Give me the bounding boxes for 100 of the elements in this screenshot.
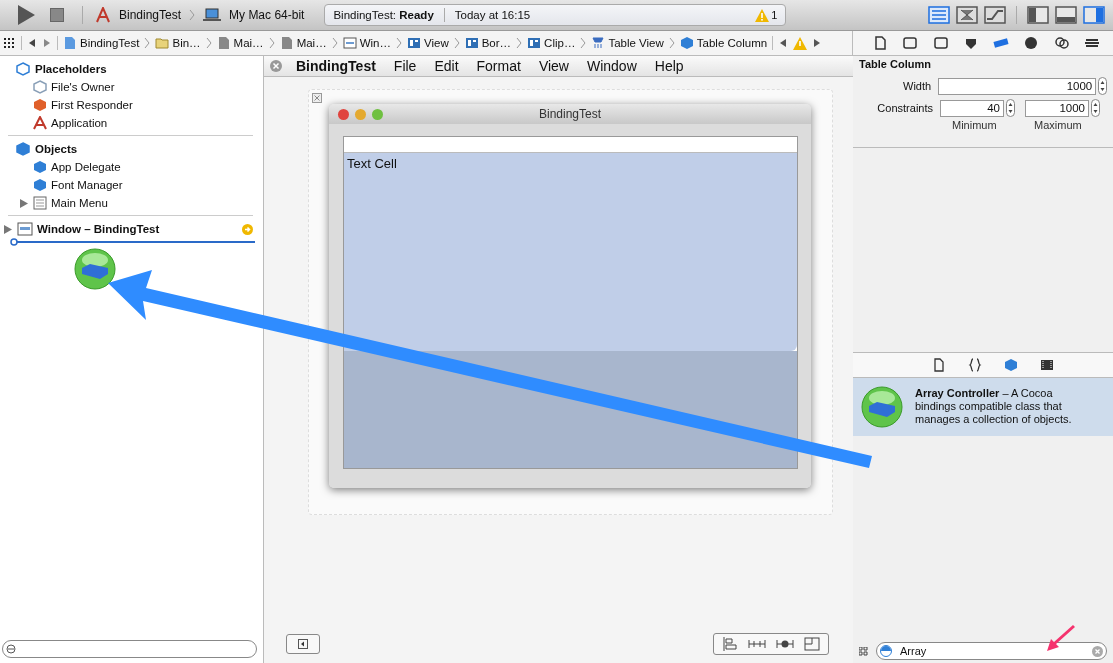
view-icon [464,36,479,50]
menu-item[interactable]: Window [577,58,646,74]
menu-item[interactable]: Format [467,58,530,74]
grid-view-icon[interactable] [859,646,868,656]
resize-icon[interactable] [804,637,820,651]
disclosure-triangle[interactable] [20,198,29,208]
identity-inspector-tab[interactable] [932,36,949,50]
table-icon [591,36,606,50]
stepper[interactable] [1098,77,1107,95]
menu-item[interactable]: View [529,58,578,74]
previous-issue-icon[interactable] [778,38,789,48]
jump-bar-item[interactable]: Bin… [155,36,201,50]
resolve-icon[interactable] [776,637,794,651]
cube-icon [16,62,30,76]
cube-icon [33,98,47,112]
filter-field[interactable] [2,640,257,658]
jump-bar-item[interactable]: Mai… [279,36,327,50]
filter-icon [6,644,16,654]
chevron-icon [268,37,275,49]
close-icon[interactable] [270,60,282,72]
object-library-tab[interactable] [1004,357,1018,372]
jump-bar-item[interactable]: BindingTest [63,36,140,50]
disclosure-triangle[interactable] [4,224,13,234]
file-template-tab[interactable] [932,357,946,372]
jump-bar-item[interactable]: Clip… [527,36,576,50]
window-icon [17,222,33,236]
align-icon[interactable] [722,637,738,651]
chevron-icon [516,37,523,49]
navigator-toggle-icon[interactable] [1027,6,1049,24]
search-field[interactable]: Array [876,642,1107,660]
code-snippet-tab[interactable] [968,357,982,372]
status-text: BindingTest: Ready [333,9,434,21]
standard-editor-icon[interactable] [928,6,950,24]
chevron-icon [144,37,151,49]
menu-item[interactable]: Help [645,58,693,74]
forward-icon[interactable] [42,38,52,48]
chevron-icon [189,9,196,21]
jump-bar-item[interactable]: View [406,36,449,50]
document-icon [279,36,294,50]
jump-bar-item[interactable]: Win… [342,36,391,50]
outline-item[interactable]: Main Menu [33,196,108,210]
chevron-icon [580,37,587,49]
filter-icon [880,645,892,657]
menu-item[interactable]: BindingTest [282,58,385,74]
menu-icon [33,196,47,210]
chevron-icon [453,37,460,49]
connections-inspector-tab[interactable] [1023,36,1040,50]
outline-item[interactable]: First Responder [33,98,133,112]
maximum-field[interactable]: 1000 [1025,99,1089,117]
chevron-icon [331,37,338,49]
jump-bar-item[interactable]: Bor… [464,36,512,50]
app-icon [33,116,47,130]
chevron-icon [668,37,675,49]
laptop-icon [203,8,222,22]
cube-icon [679,36,694,50]
menu-item[interactable]: Edit [425,58,468,74]
outline-item[interactable]: App Delegate [33,160,121,174]
document-icon [216,36,231,50]
time-text: Today at 16:15 [454,9,531,21]
close-icon[interactable] [312,93,322,103]
stepper[interactable] [1091,99,1100,117]
media-library-tab[interactable] [1040,357,1054,372]
bindings-inspector-tab[interactable] [1053,36,1070,50]
help-inspector-tab[interactable] [902,36,919,50]
pin-icon[interactable] [748,637,766,651]
effects-inspector-tab[interactable] [1083,36,1100,50]
library-item[interactable]: Array Controller – A Cocoa bindings compatible class that manages a collection of objects. [853,377,1113,436]
run-icon[interactable] [16,4,36,26]
file-inspector-tab[interactable] [872,36,889,50]
menu-item[interactable]: File [384,58,426,74]
outline-item[interactable]: Application [33,116,108,130]
array-controller-icon [74,248,116,290]
stepper[interactable] [1006,99,1015,117]
outline-item[interactable]: Font Manager [33,178,123,192]
jump-bar-item[interactable]: Table View [591,36,664,50]
minimum-field[interactable]: 40 [940,99,1004,117]
cube-icon [33,178,47,192]
utilities-toggle-icon[interactable] [1083,6,1105,24]
scheme-selector[interactable]: BindingTest [119,8,182,22]
jump-bar-item[interactable]: Mai… [216,36,264,50]
jump-bar-item[interactable]: Table Column [679,36,768,50]
app-icon [95,7,111,23]
chevron-icon [395,37,402,49]
back-icon[interactable] [27,38,37,48]
related-items-icon[interactable] [4,38,16,48]
sidebar-toggle-icon [298,639,308,649]
outline-item[interactable]: Window – BindingTest [17,222,160,236]
version-editor-icon[interactable] [984,6,1006,24]
assistant-editor-icon[interactable] [956,6,978,24]
close-light[interactable] [338,108,349,120]
chevron-icon [205,37,212,49]
toggle-outline-button[interactable] [286,634,320,654]
view-icon [527,36,542,50]
folder-icon [155,36,170,50]
debug-area-toggle-icon[interactable] [1055,6,1077,24]
cube-icon [33,160,47,174]
outline-item[interactable]: File's Owner [33,80,115,94]
destination-selector[interactable]: My Mac 64-bit [229,8,305,22]
field-label: Constraints [876,102,933,114]
field-label: Width [902,80,932,92]
